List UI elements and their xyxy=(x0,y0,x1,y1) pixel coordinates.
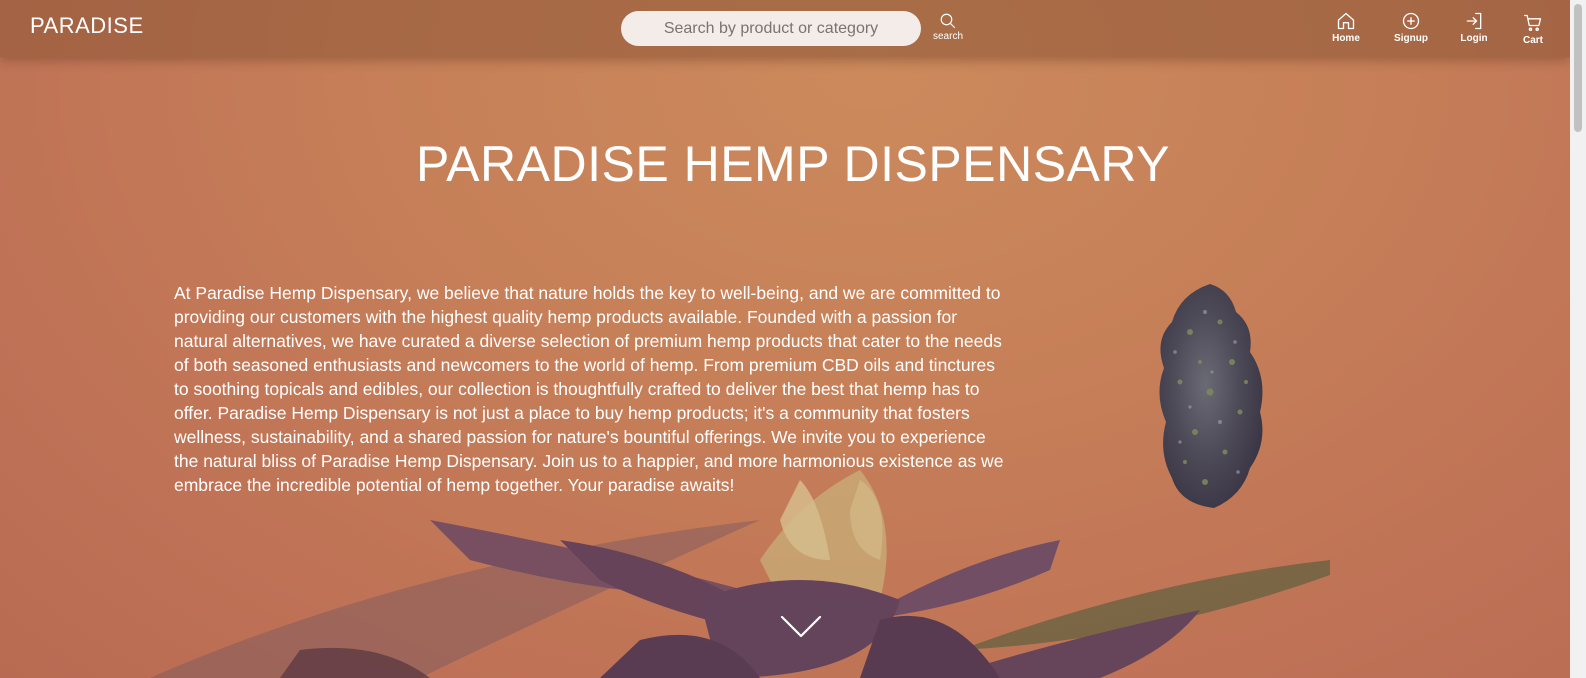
nav-login[interactable]: Login xyxy=(1446,11,1502,44)
search-button-label: search xyxy=(932,31,963,42)
hemp-bud-image xyxy=(1159,284,1263,508)
search-icon xyxy=(940,13,956,29)
nav-signup-label: Signup xyxy=(1394,33,1428,44)
nav-home[interactable]: Home xyxy=(1318,11,1374,44)
cart-icon xyxy=(1524,14,1542,32)
nav-cart-label: Cart xyxy=(1522,35,1543,46)
home-icon xyxy=(1337,12,1355,30)
scrollbar-thumb[interactable] xyxy=(1574,4,1582,132)
page: PARADISE search Home Signup xyxy=(0,0,1586,678)
hero-description: At Paradise Hemp Dispensary, we believe … xyxy=(174,283,1004,495)
search-button[interactable]: search xyxy=(930,12,966,46)
nav-home-label: Home xyxy=(1332,33,1360,44)
nav-signup[interactable]: Signup xyxy=(1383,11,1439,44)
chevron-down-icon[interactable] xyxy=(779,612,823,642)
hero-title: PARADISE HEMP DISPENSARY xyxy=(416,136,1170,192)
login-icon xyxy=(1466,12,1482,30)
nav-login-label: Login xyxy=(1460,33,1488,44)
plus-circle-icon xyxy=(1402,12,1420,30)
search-input[interactable] xyxy=(621,11,921,46)
page-scrollbar[interactable] xyxy=(1570,0,1586,678)
nav-cart[interactable]: Cart xyxy=(1505,13,1561,46)
top-navbar: PARADISE search Home Signup xyxy=(0,0,1570,57)
brand-logo[interactable]: PARADISE xyxy=(30,13,144,39)
